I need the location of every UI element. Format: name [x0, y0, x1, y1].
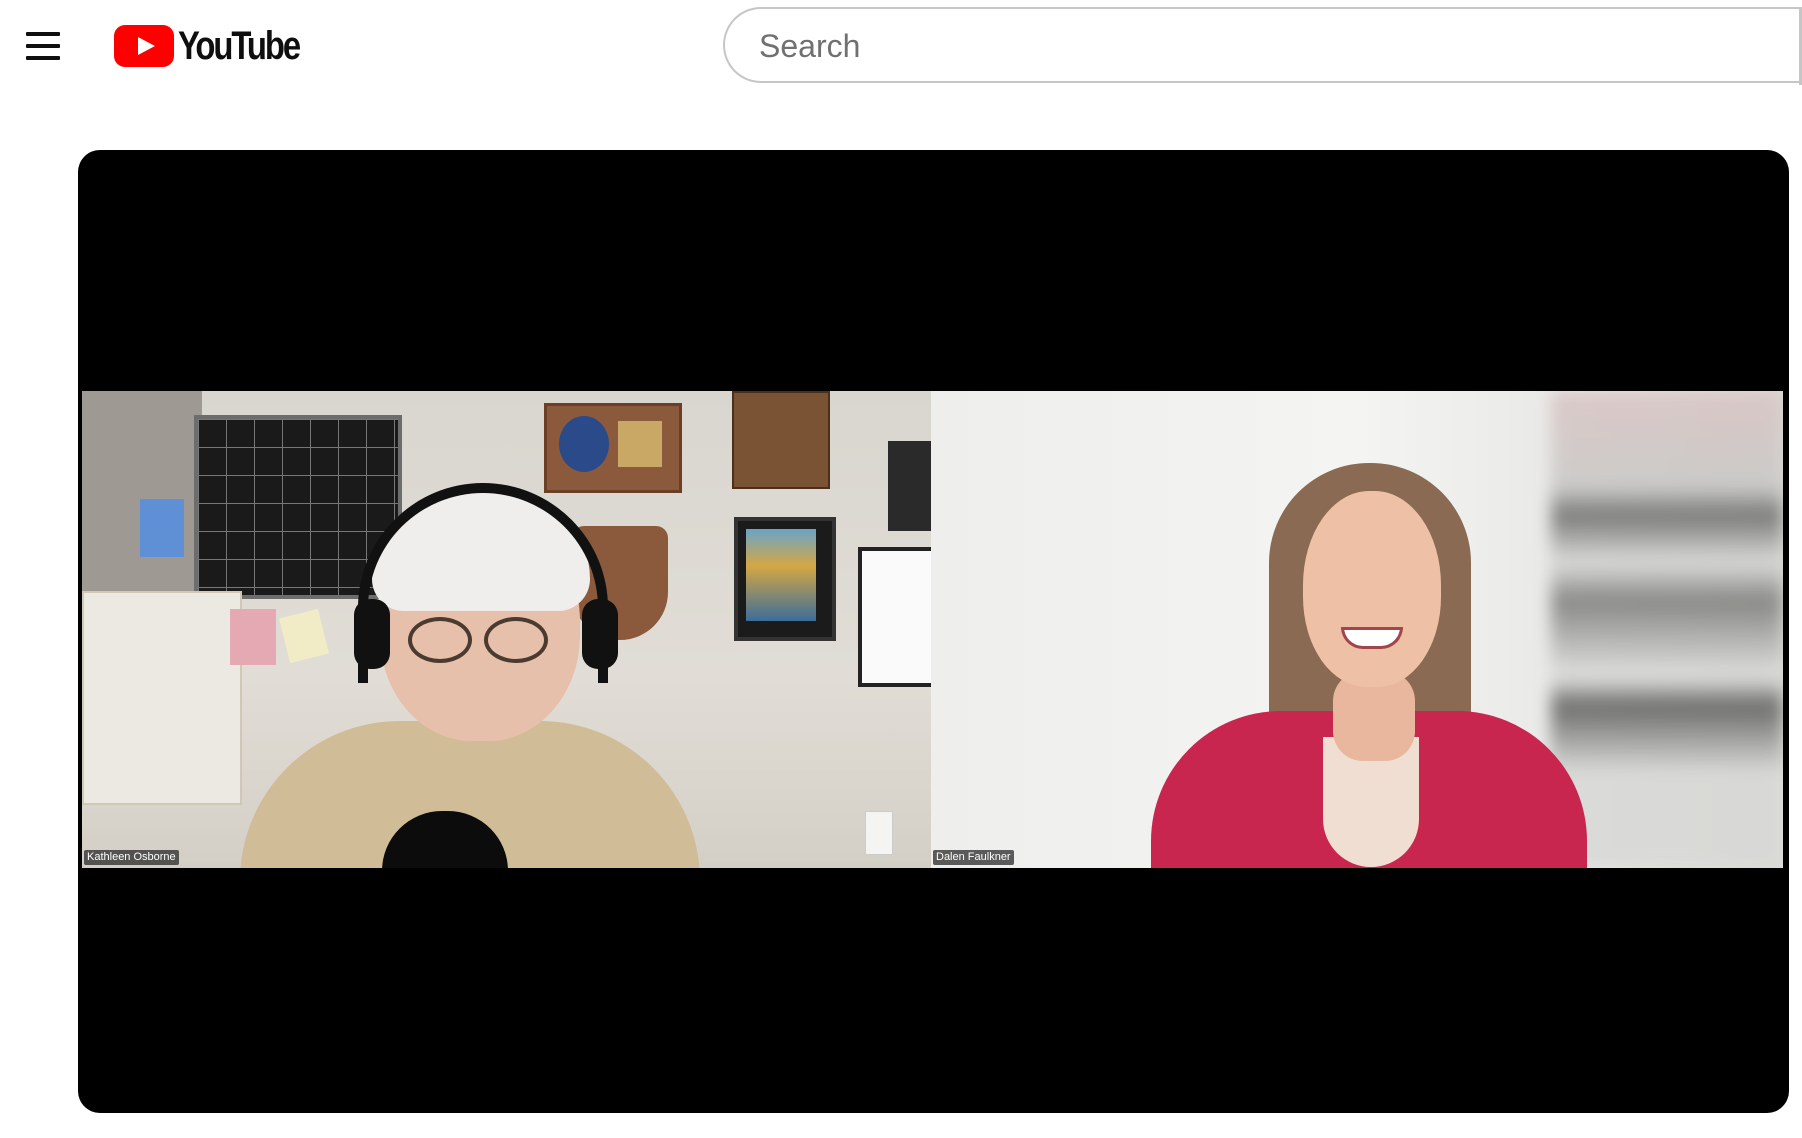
- hamburger-menu-icon-bar: [26, 56, 60, 60]
- certificate-frame: [858, 547, 931, 687]
- blurred-shelf: [1551, 391, 1783, 868]
- youtube-logo-link[interactable]: YouTube: [114, 25, 326, 67]
- participant-name-tag: Kathleen Osborne: [84, 850, 179, 865]
- guide-menu-button[interactable]: [18, 26, 64, 66]
- wall-outlet: [865, 811, 893, 855]
- award-plaque: [732, 391, 830, 489]
- video-tile-kathleen: Kathleen Osborne: [82, 391, 931, 868]
- headset-earcup: [354, 599, 390, 669]
- blue-note: [140, 499, 184, 557]
- video-tile-dalen: Dalen Faulkner: [931, 391, 1783, 868]
- award-frame-art: [746, 529, 816, 621]
- masthead: YouTube: [0, 0, 1802, 92]
- glasses-lens: [484, 617, 548, 663]
- plaque-seal: [559, 416, 609, 472]
- participant-name-tag: Dalen Faulkner: [933, 850, 1014, 865]
- sticky-note: [279, 608, 329, 664]
- headset-earcup: [582, 599, 618, 669]
- search-input[interactable]: [757, 9, 1791, 83]
- hamburger-menu-icon-bar: [26, 44, 60, 48]
- logo-text: YouTube: [178, 24, 301, 68]
- hamburger-menu-icon: [26, 32, 60, 36]
- glasses-lens: [408, 617, 472, 663]
- search-box[interactable]: [723, 7, 1802, 85]
- plaque-plate: [618, 421, 662, 467]
- video-player[interactable]: Kathleen Osborne Dalen Faulkner: [78, 150, 1789, 1113]
- wall-frame: [888, 441, 931, 531]
- sticky-note: [230, 609, 276, 665]
- participant-face: [1303, 491, 1441, 687]
- paper-stack: [82, 591, 242, 805]
- youtube-play-icon: [114, 25, 174, 67]
